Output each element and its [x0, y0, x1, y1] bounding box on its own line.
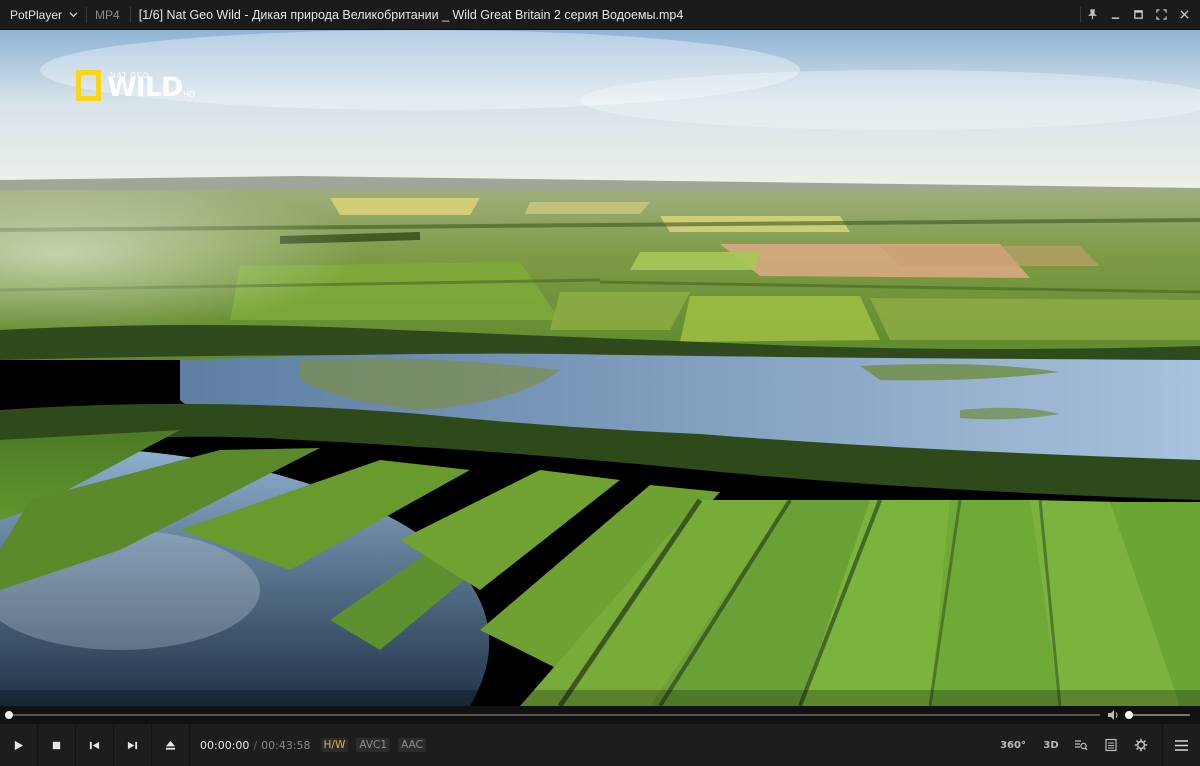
chevron-down-icon: [69, 12, 78, 18]
speaker-icon[interactable]: [1107, 709, 1120, 721]
window-title: [1/6] Nat Geo Wild - Дикая природа Велик…: [138, 7, 684, 22]
hamburger-icon: [1175, 739, 1188, 751]
seek-handle[interactable]: [5, 711, 13, 719]
eject-icon: [165, 740, 176, 750]
3d-label: 3D: [1043, 739, 1059, 751]
audio-codec-badge[interactable]: AAC: [398, 738, 426, 752]
vr-360-button[interactable]: 360°: [998, 724, 1028, 766]
seek-bar[interactable]: [9, 714, 1100, 716]
total-duration: 00:43:58: [261, 738, 311, 752]
video-area[interactable]: NAT GEO WILD HD: [0, 30, 1200, 706]
volume-handle[interactable]: [1125, 711, 1133, 719]
play-button[interactable]: [0, 724, 38, 766]
play-icon: [14, 740, 24, 750]
channel-logo: NAT GEO WILD HD: [76, 70, 195, 101]
seek-row: [0, 706, 1200, 724]
maximize-icon: [1134, 10, 1143, 19]
stop-icon: [52, 741, 61, 749]
time-separator: /: [253, 738, 258, 752]
title-bar: PotPlayer MP4 [1/6] Nat Geo Wild - Дикая…: [0, 0, 1200, 30]
maximize-button[interactable]: [1127, 0, 1150, 30]
main-menu-button[interactable]: [1162, 724, 1200, 766]
hw-decoder-badge[interactable]: H/W: [320, 738, 349, 752]
video-frame: [0, 30, 1200, 706]
pin-icon: [1088, 9, 1097, 20]
minimize-button[interactable]: [1104, 0, 1127, 30]
gear-icon: [1134, 738, 1148, 752]
window-controls: [1080, 0, 1200, 30]
next-button[interactable]: [114, 724, 152, 766]
preferences-button[interactable]: [1126, 724, 1156, 766]
volume-bar[interactable]: [1129, 714, 1190, 716]
app-name: PotPlayer: [10, 7, 63, 22]
logo-frame-icon: [76, 70, 101, 101]
logo-small-text: NAT GEO: [110, 71, 150, 80]
app-menu-button[interactable]: PotPlayer: [0, 0, 86, 30]
fullscreen-button[interactable]: [1150, 0, 1173, 30]
playlist-icon: [1105, 738, 1117, 752]
video-codec-badge[interactable]: AVC1: [356, 738, 391, 752]
list-search-icon: [1075, 740, 1088, 751]
pin-button[interactable]: [1081, 0, 1104, 30]
stop-button[interactable]: [38, 724, 76, 766]
playlist-search-button[interactable]: [1066, 724, 1096, 766]
close-button[interactable]: [1173, 0, 1196, 30]
control-bar: 00:00:00 / 00:43:58 H/W AVC1 AAC 360° 3D: [0, 724, 1200, 766]
previous-icon: [89, 741, 100, 749]
logo-suffix: HD: [183, 90, 196, 99]
close-icon: [1180, 10, 1189, 19]
previous-button[interactable]: [76, 724, 114, 766]
current-time: 00:00:00: [200, 738, 250, 752]
playlist-button[interactable]: [1096, 724, 1126, 766]
3d-button[interactable]: 3D: [1036, 724, 1066, 766]
vr-360-label: 360°: [1000, 739, 1026, 751]
next-icon: [127, 741, 138, 749]
minimize-icon: [1111, 17, 1120, 19]
open-button[interactable]: [152, 724, 190, 766]
format-label: MP4: [95, 7, 120, 22]
time-display: 00:00:00 / 00:43:58: [200, 739, 311, 752]
fullscreen-icon: [1156, 9, 1167, 20]
